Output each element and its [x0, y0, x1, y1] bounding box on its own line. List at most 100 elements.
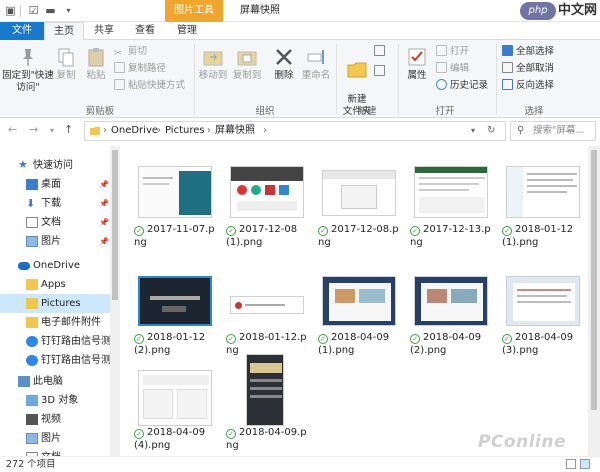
file-tile[interactable]: ✓ 2018-01-12 (1).png: [500, 166, 586, 266]
copy-to-button[interactable]: 复制到: [230, 46, 264, 82]
forward-icon[interactable]: →: [29, 123, 38, 136]
file-thumbnail: [138, 166, 212, 218]
nav-item-label: 桌面: [41, 179, 61, 190]
easy-access-icon[interactable]: [374, 64, 388, 80]
tab-share[interactable]: 共享: [84, 22, 124, 40]
file-thumbnail: [506, 276, 580, 326]
rename-label: 重命名: [301, 70, 331, 81]
nav-item-quick-access[interactable]: ★ 快速访问: [0, 156, 110, 175]
file-name: ✓ 2018-01-12 (1).png: [502, 224, 574, 248]
file-tile[interactable]: ✓ 2017-11-07.p ng: [132, 166, 218, 266]
edit-button[interactable]: 编辑: [436, 61, 469, 77]
nav-item-email-attachments[interactable]: 电子邮件附件: [0, 313, 110, 332]
file-tile[interactable]: ✓ 2017-12-08 (1).png: [224, 166, 310, 266]
copy-label: 复制: [56, 70, 76, 81]
nav-item-onedrive[interactable]: OneDrive: [0, 256, 110, 275]
nav-item-videos[interactable]: 视频: [0, 410, 110, 429]
select-group-label: 选择: [524, 106, 544, 117]
copy-to-icon: [237, 51, 257, 66]
file-tile[interactable]: ✓ 2018-04-09 (1).png: [316, 274, 402, 374]
copy-to-label: 复制到: [232, 70, 262, 81]
delete-button[interactable]: 删除: [268, 46, 300, 82]
pin-quick-access-button[interactable]: 固定到"快速访问": [2, 46, 54, 94]
scrollbar-thumb[interactable]: [112, 150, 118, 300]
new-folder-icon: [347, 62, 367, 78]
file-name: ✓ 2018-04-09 (2).png: [410, 332, 482, 356]
move-to-button[interactable]: 移动到: [196, 46, 230, 82]
select-all-button[interactable]: 全部选择: [502, 44, 554, 60]
nav-item-pictures-pc[interactable]: 图片: [0, 429, 110, 448]
address-dropdown-icon[interactable]: ▾: [471, 122, 475, 140]
address-bar[interactable]: › OneDrive › Pictures › 屏幕快照 › ▾ ↻: [84, 121, 506, 141]
copy-button[interactable]: 复制: [54, 46, 78, 82]
rename-button[interactable]: 重命名: [300, 46, 332, 82]
select-none-icon: [502, 62, 513, 73]
customize-toolbar-icon[interactable]: ▾: [62, 4, 75, 17]
pin-icon: 📌: [99, 180, 109, 189]
select-all-icon: [502, 45, 513, 56]
tab-home[interactable]: 主页: [44, 22, 84, 40]
file-tile[interactable]: ✓ 2017-12-13.p ng: [408, 166, 494, 266]
file-view-scrollbar[interactable]: [588, 146, 600, 456]
tab-view[interactable]: 查看: [124, 22, 166, 40]
paste-shortcut-button[interactable]: 粘贴快捷方式: [114, 78, 185, 94]
file-tile[interactable]: ✓ 2018-04-09 (2).png: [408, 274, 494, 374]
properties-quick-icon[interactable]: ☑: [27, 4, 40, 17]
file-tile[interactable]: ✓ 2018-04-09 (4).png: [132, 368, 218, 456]
nav-item-documents-pc[interactable]: 文档: [0, 448, 110, 456]
nav-item-desktop[interactable]: 桌面 📌: [0, 175, 110, 194]
nav-item-dingtalk-1[interactable]: 钉钉路由信号测试: [0, 332, 110, 351]
nav-item-this-pc[interactable]: 此电脑: [0, 372, 110, 391]
pin-icon: 📌: [99, 199, 109, 208]
refresh-icon[interactable]: ↻: [487, 122, 495, 140]
new-item-icon[interactable]: [374, 44, 388, 60]
file-name: ✓ 2017-12-08 (1).png: [226, 224, 298, 248]
recent-icon[interactable]: ▾: [50, 126, 54, 135]
breadcrumb-onedrive[interactable]: OneDrive: [111, 122, 158, 140]
nav-item-documents[interactable]: 文档 📌: [0, 213, 110, 232]
scrollbar-thumb[interactable]: [591, 150, 597, 410]
up-icon[interactable]: ↑: [64, 123, 73, 136]
file-tile[interactable]: ✓ 2017-12-08.p ng: [316, 166, 402, 266]
cut-button[interactable]: ✂ 剪切: [114, 44, 147, 60]
nav-item-pictures[interactable]: 图片 📌: [0, 232, 110, 251]
open-button[interactable]: 打开: [436, 44, 469, 60]
breadcrumb-screenshots[interactable]: 屏幕快照: [215, 122, 255, 140]
copy-path-button[interactable]: 复制路径: [114, 61, 166, 77]
documents-icon: [26, 217, 38, 228]
details-view-icon[interactable]: [566, 459, 576, 469]
invert-selection-button[interactable]: 反向选择: [502, 78, 554, 94]
rename-icon: [307, 50, 324, 64]
file-thumbnail: [414, 276, 488, 326]
file-tile[interactable]: ✓ 2018-04-09.p ng: [224, 354, 310, 454]
file-thumbnail: [322, 276, 396, 326]
file-thumbnail: [138, 370, 212, 426]
nav-pane-scrollbar[interactable]: [110, 146, 120, 456]
nav-item-dingtalk-2[interactable]: 钉钉路由信号测试: [0, 351, 110, 370]
tab-file[interactable]: 文件: [0, 22, 44, 40]
new-folder-quick-icon[interactable]: ▬: [44, 4, 57, 17]
large-icons-view-icon[interactable]: [580, 459, 590, 469]
picture-tools-context-tab[interactable]: 图片工具: [165, 0, 223, 22]
file-tile[interactable]: ✓ 2018-01-12 (2).png: [132, 274, 218, 374]
back-icon[interactable]: ←: [8, 123, 17, 136]
nav-item-apps[interactable]: Apps: [0, 275, 110, 294]
tab-manage[interactable]: 管理: [166, 22, 208, 40]
nav-item-downloads[interactable]: ⬇ 下载 📌: [0, 194, 110, 213]
navigation-pane: ★ 快速访问 桌面 📌 ⬇ 下载 📌 文档 📌 图片 📌 OneDrive Ap…: [0, 146, 120, 456]
nav-item-label: 图片: [41, 433, 61, 444]
paste-button[interactable]: 粘贴: [82, 46, 110, 82]
properties-label: 属性: [407, 70, 427, 81]
file-tile[interactable]: ✓ 2018-04-09 (3).png: [500, 274, 586, 374]
nav-item-3d-objects[interactable]: 3D 对象: [0, 391, 110, 410]
select-none-button[interactable]: 全部取消: [502, 61, 554, 77]
nav-item-pictures-onedrive[interactable]: Pictures: [0, 294, 110, 313]
properties-button[interactable]: 属性: [402, 46, 432, 82]
nav-item-label: OneDrive: [33, 260, 81, 271]
paste-shortcut-icon: [114, 79, 125, 90]
breadcrumb-pictures[interactable]: Pictures: [165, 122, 205, 140]
history-button[interactable]: 历史记录: [436, 78, 488, 94]
folder-icon: [90, 127, 100, 135]
search-box[interactable]: ⚲ 搜索"屏幕...: [510, 121, 596, 141]
ribbon: 固定到"快速访问" 复制 粘贴 ✂ 剪切 复制路径 粘贴快捷方式 剪贴板 移动到 …: [0, 40, 600, 118]
